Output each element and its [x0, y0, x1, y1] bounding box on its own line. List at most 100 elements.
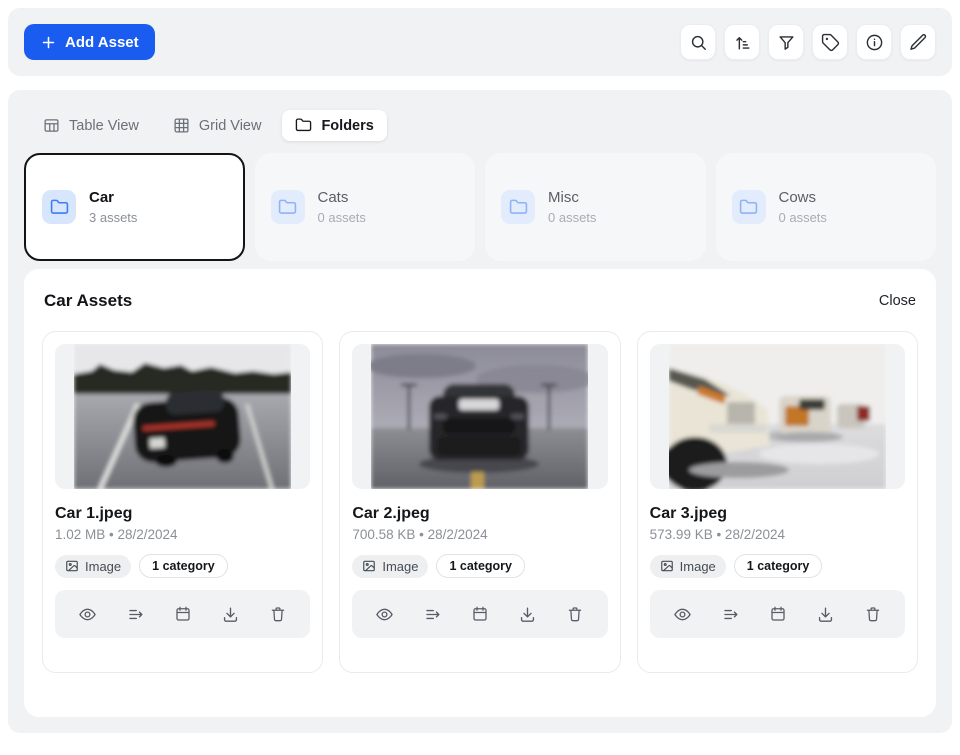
trash-icon [864, 605, 882, 623]
search-icon [689, 33, 708, 52]
view-button[interactable] [373, 603, 396, 626]
folder-count: 0 assets [318, 210, 366, 225]
move-button[interactable] [124, 603, 147, 626]
download-button[interactable] [219, 603, 242, 626]
close-button[interactable]: Close [879, 293, 916, 309]
asset-card: Car 3.jpeg 573.99 KB • 28/2/2024 Image 1… [637, 331, 918, 673]
calendar-icon [471, 605, 489, 623]
asset-badges: Image 1 category [352, 554, 607, 578]
folder-name: Cats [318, 189, 366, 208]
filter-button[interactable] [768, 24, 804, 60]
image-icon [65, 559, 79, 573]
view-tabs: Table View Grid View Folders [30, 110, 936, 141]
download-icon [221, 605, 240, 624]
category-badge[interactable]: 1 category [436, 554, 525, 578]
tab-folders[interactable]: Folders [282, 110, 386, 141]
image-icon [660, 559, 674, 573]
assets-section-title: Car Assets [44, 291, 132, 311]
type-badge-label: Image [680, 559, 716, 574]
sort-button[interactable] [724, 24, 760, 60]
asset-meta: 700.58 KB • 28/2/2024 [352, 527, 607, 542]
eye-icon [673, 605, 692, 624]
folder-icon [271, 190, 305, 224]
move-button[interactable] [719, 603, 742, 626]
download-icon [816, 605, 835, 624]
table-icon [43, 117, 60, 134]
folder-count: 0 assets [548, 210, 596, 225]
info-button[interactable] [856, 24, 892, 60]
schedule-button[interactable] [767, 603, 789, 625]
move-to-icon [126, 605, 145, 624]
folders-grid: Car 3 assets Cats 0 assets Misc 0 assets [24, 153, 936, 261]
calendar-icon [174, 605, 192, 623]
asset-filename: Car 3.jpeg [650, 505, 905, 523]
add-asset-label: Add Asset [65, 34, 139, 51]
eye-icon [78, 605, 97, 624]
plus-icon [40, 34, 57, 51]
info-icon [865, 33, 884, 52]
trash-icon [269, 605, 287, 623]
car-1-photo [74, 344, 291, 489]
assets-header: Car Assets Close [42, 291, 918, 311]
top-toolbar: Add Asset [8, 8, 952, 76]
download-button[interactable] [814, 603, 837, 626]
download-button[interactable] [516, 603, 539, 626]
delete-button[interactable] [862, 603, 884, 625]
folder-assets-section: Car Assets Close [24, 269, 936, 717]
folder-name: Misc [548, 189, 596, 208]
toolbar-icon-buttons [680, 24, 936, 60]
asset-thumbnail [650, 344, 905, 489]
tab-table-label: Table View [69, 118, 139, 134]
asset-badges: Image 1 category [650, 554, 905, 578]
trash-icon [566, 605, 584, 623]
type-badge: Image [650, 555, 726, 578]
view-button[interactable] [76, 603, 99, 626]
asset-thumbnail [55, 344, 310, 489]
asset-card: Car 2.jpeg 700.58 KB • 28/2/2024 Image 1… [339, 331, 620, 673]
folder-card-misc[interactable]: Misc 0 assets [485, 153, 706, 261]
folder-card-car[interactable]: Car 3 assets [24, 153, 245, 261]
folder-name: Cows [779, 189, 827, 208]
asset-thumbnail [352, 344, 607, 489]
folder-icon [732, 190, 766, 224]
type-badge: Image [55, 555, 131, 578]
schedule-button[interactable] [469, 603, 491, 625]
folder-icon [42, 190, 76, 224]
tab-table-view[interactable]: Table View [30, 110, 152, 141]
asset-action-bar [650, 590, 905, 638]
category-badge[interactable]: 1 category [734, 554, 823, 578]
type-badge: Image [352, 555, 428, 578]
delete-button[interactable] [564, 603, 586, 625]
folder-name: Car [89, 189, 137, 208]
car-3-photo [669, 344, 886, 489]
folder-icon [501, 190, 535, 224]
tab-folders-label: Folders [321, 118, 373, 134]
category-badge[interactable]: 1 category [139, 554, 228, 578]
asset-meta: 573.99 KB • 28/2/2024 [650, 527, 905, 542]
folder-count: 3 assets [89, 210, 137, 225]
move-to-icon [423, 605, 442, 624]
assets-grid: Car 1.jpeg 1.02 MB • 28/2/2024 Image 1 c… [42, 331, 918, 673]
tab-grid-view[interactable]: Grid View [160, 110, 275, 141]
assets-panel: Table View Grid View Folders Car 3 asset… [8, 90, 952, 733]
asset-action-bar [55, 590, 310, 638]
asset-filename: Car 2.jpeg [352, 505, 607, 523]
move-button[interactable] [421, 603, 444, 626]
asset-action-bar [352, 590, 607, 638]
filter-icon [777, 33, 796, 52]
download-icon [518, 605, 537, 624]
tag-icon [821, 33, 840, 52]
tag-button[interactable] [812, 24, 848, 60]
schedule-button[interactable] [172, 603, 194, 625]
sort-ascending-icon [733, 33, 752, 52]
add-asset-button[interactable]: Add Asset [24, 24, 155, 60]
type-badge-label: Image [85, 559, 121, 574]
folder-card-cows[interactable]: Cows 0 assets [716, 153, 937, 261]
folder-count: 0 assets [779, 210, 827, 225]
asset-badges: Image 1 category [55, 554, 310, 578]
edit-button[interactable] [900, 24, 936, 60]
folder-card-cats[interactable]: Cats 0 assets [255, 153, 476, 261]
delete-button[interactable] [267, 603, 289, 625]
search-button[interactable] [680, 24, 716, 60]
view-button[interactable] [671, 603, 694, 626]
